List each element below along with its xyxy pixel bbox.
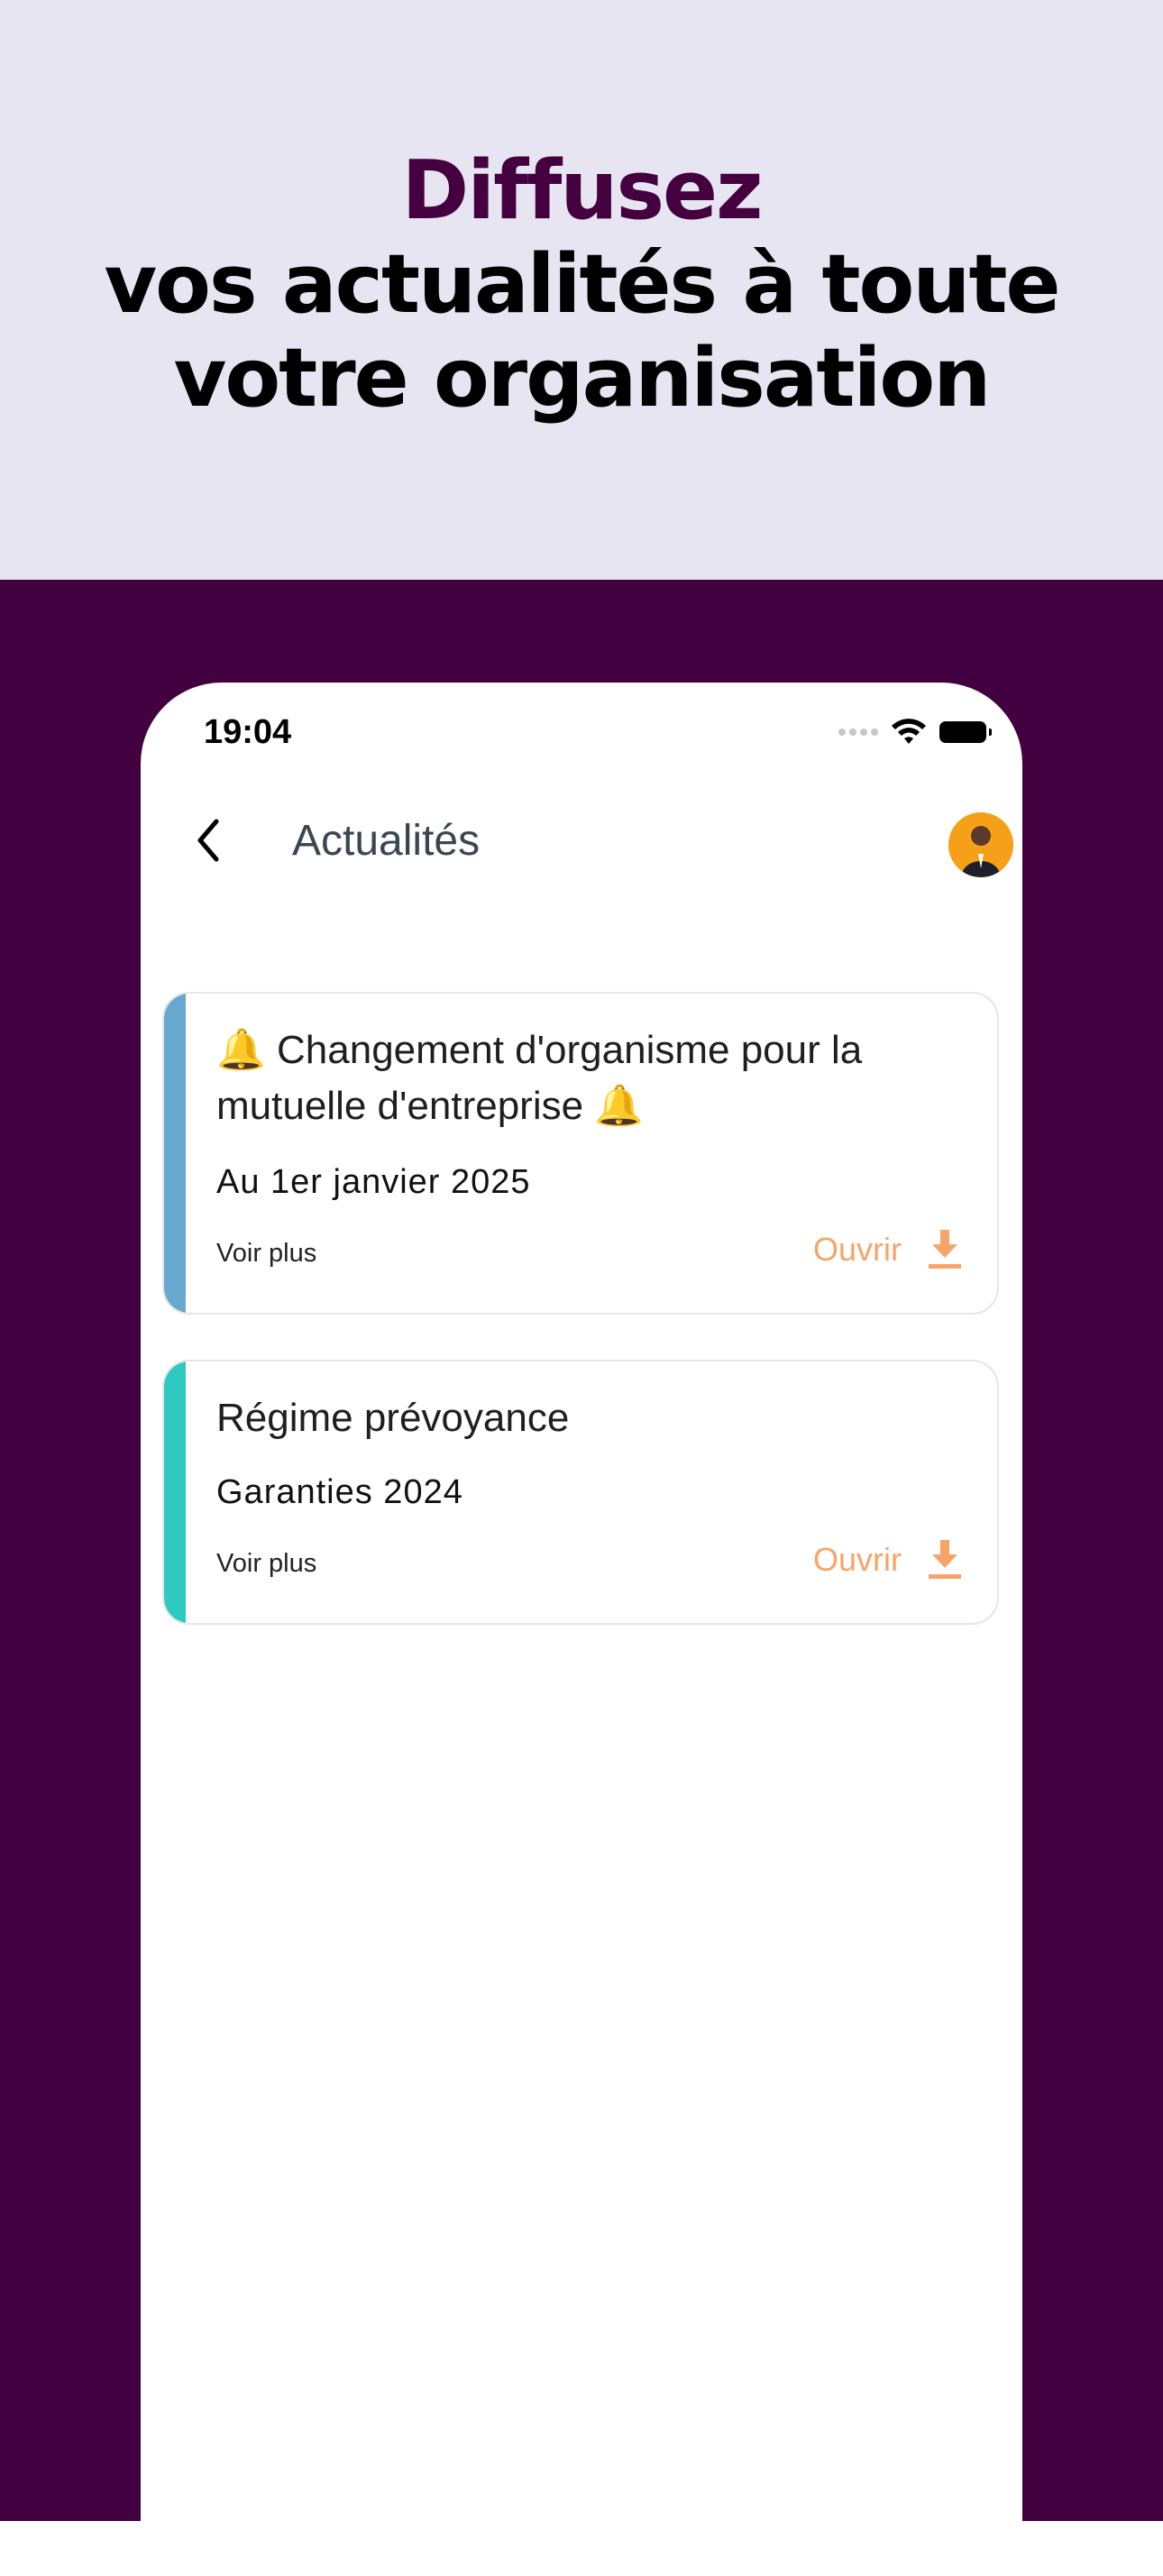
wifi-icon [892,719,926,744]
signal-dots-icon [838,729,878,736]
open-button[interactable]: Ouvrir [813,1230,961,1270]
news-title: 🔔 Changement d'organisme pour la mutuell… [216,1028,863,1128]
page-title: Actualités [292,817,481,865]
news-subtitle: Au 1er janvier 2025 [216,1163,531,1201]
download-icon [929,1540,961,1579]
back-button[interactable] [177,809,240,872]
hero-title: Diffusez vos actualités à toute votre or… [0,144,1163,426]
user-avatar-icon [948,812,1013,877]
open-label: Ouvrir [813,1231,902,1268]
open-button[interactable]: Ouvrir [813,1540,961,1580]
news-title: Régime prévoyance [216,1396,570,1440]
status-time: 19:04 [204,713,292,751]
see-more-link[interactable]: Voir plus [216,1549,316,1579]
card-accent [164,994,186,1313]
status-icons [838,719,992,746]
battery-icon [939,721,992,743]
hero-title-line-1: Diffusez [401,143,764,238]
news-card[interactable]: 🔔 Changement d'organisme pour la mutuell… [162,992,999,1315]
news-subtitle: Garanties 2024 [216,1473,463,1511]
hero-banner: Diffusez vos actualités à toute votre or… [0,0,1163,580]
open-label: Ouvrir [813,1541,902,1578]
hero-title-line-2: vos actualités à toute [104,237,1060,332]
avatar[interactable] [948,812,1013,877]
chevron-left-icon [197,819,219,862]
see-more-link[interactable]: Voir plus [216,1239,316,1269]
card-accent [164,1361,186,1623]
phone-screen: 19:04 Actualités 🔔 Changement d'organism… [141,683,1022,2576]
news-card[interactable]: Régime prévoyance Garanties 2024 Voir pl… [162,1360,999,1625]
download-icon [929,1230,961,1269]
hero-title-line-3: votre organisation [173,331,992,426]
